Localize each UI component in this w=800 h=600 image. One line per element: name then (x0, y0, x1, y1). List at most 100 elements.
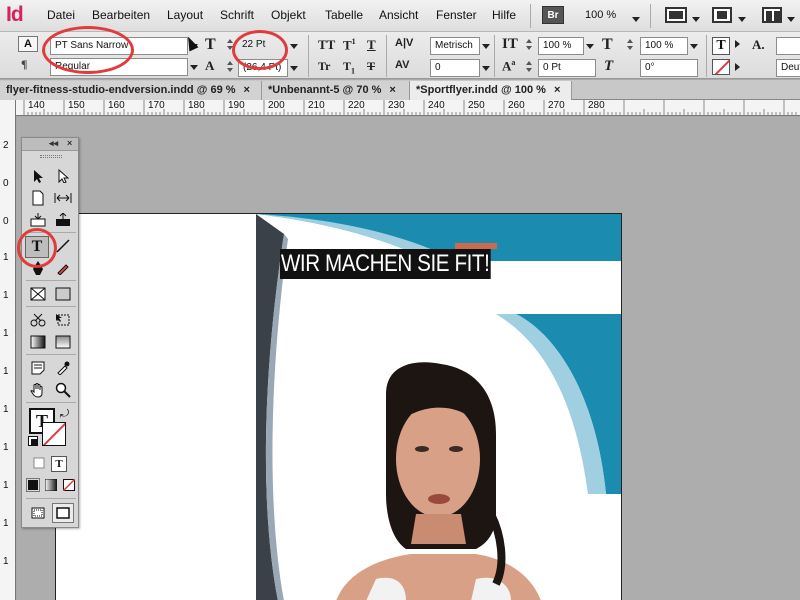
font-size-stepper[interactable] (227, 38, 234, 52)
vertical-scale-dropdown-icon[interactable] (584, 37, 596, 55)
content-placer-tool-icon[interactable] (52, 210, 74, 230)
normal-view-icon[interactable] (27, 503, 49, 523)
eyedropper-tool-icon[interactable] (52, 358, 74, 378)
baseline-shift-stepper[interactable] (526, 60, 533, 74)
close-icon[interactable]: × (554, 84, 560, 96)
menu-ansicht[interactable]: Ansicht (379, 8, 418, 22)
gradient-feather-tool-icon[interactable] (52, 332, 74, 352)
stroke-swatch[interactable] (42, 422, 66, 446)
character-style-field[interactable] (776, 37, 800, 55)
paragraph-formatting-controls-button[interactable]: ¶ (21, 57, 27, 72)
fill-color-icon[interactable]: T (712, 37, 730, 55)
direct-selection-tool-icon[interactable] (52, 166, 74, 186)
pen-tool-icon[interactable] (27, 258, 49, 278)
vertical-scale-stepper[interactable] (526, 38, 533, 52)
vertical-ruler[interactable]: 2 0 0 1 1 1 1 1 1 1 1 1 (0, 100, 16, 600)
gap-tool-icon[interactable] (52, 188, 74, 208)
zoom-dropdown-icon[interactable] (632, 13, 640, 25)
menu-schrift[interactable]: Schrift (220, 8, 254, 22)
stroke-swatch-dropdown-icon[interactable] (735, 63, 740, 71)
subscript-icon[interactable]: T1 (343, 59, 355, 75)
preview-view-icon[interactable] (52, 503, 74, 523)
type-tool-icon[interactable]: T (25, 236, 49, 258)
font-style-field[interactable]: Regular (50, 58, 188, 76)
horizontal-scale-dropdown-icon[interactable] (688, 37, 700, 55)
screen-mode-dropdown-icon[interactable] (738, 13, 746, 25)
zoom-tool-icon[interactable] (52, 380, 74, 400)
underline-icon[interactable]: T (367, 37, 376, 53)
tools-panel-titlebar[interactable]: ◂◂ × (22, 138, 78, 151)
free-transform-tool-icon[interactable] (52, 310, 74, 330)
superscript-icon[interactable]: T1 (343, 37, 356, 53)
arrange-documents-icon[interactable] (762, 7, 782, 23)
leading-stepper[interactable] (227, 60, 234, 74)
menu-objekt[interactable]: Objekt (271, 8, 306, 22)
menu-tabelle[interactable]: Tabelle (325, 8, 363, 22)
menu-hilfe[interactable]: Hilfe (492, 8, 516, 22)
arrange-documents-dropdown-icon[interactable] (787, 13, 795, 25)
kerning-dropdown-icon[interactable] (480, 37, 492, 55)
collapse-panel-icon[interactable]: ◂◂ (49, 138, 58, 149)
vertical-scale-field[interactable]: 100 % (538, 37, 584, 55)
font-family-field[interactable]: PT Sans Narrow (50, 37, 188, 55)
menu-datei[interactable]: Datei (47, 8, 75, 22)
bridge-button[interactable]: Br (542, 6, 564, 24)
tab-unbenannt[interactable]: *Unbenannt-5 @ 70 % × (262, 81, 410, 100)
leading-field[interactable]: (26,4 Pt) (238, 59, 288, 77)
stroke-none-icon[interactable] (712, 59, 730, 75)
default-fill-stroke-icon[interactable] (28, 436, 38, 446)
line-tool-icon[interactable] (52, 236, 74, 256)
close-icon[interactable]: × (244, 84, 250, 96)
tab-sportflyer[interactable]: *Sportflyer.indd @ 100 % × (410, 81, 572, 100)
page-tool-icon[interactable] (27, 188, 49, 208)
skew-field[interactable]: 0° (640, 59, 698, 77)
ruler-label: 1 (3, 328, 9, 339)
menu-layout[interactable]: Layout (167, 8, 203, 22)
pencil-tool-icon[interactable] (52, 258, 74, 278)
font-style-dropdown-icon[interactable] (188, 58, 200, 76)
formatting-text-icon[interactable]: T (51, 456, 67, 472)
scissors-tool-icon[interactable] (27, 310, 49, 330)
formatting-container-icon[interactable] (32, 456, 46, 470)
font-size-dropdown-icon[interactable] (288, 37, 300, 55)
rectangle-frame-tool-icon[interactable] (27, 284, 49, 304)
horizontal-scale-stepper[interactable] (627, 38, 634, 52)
leading-dropdown-icon[interactable] (288, 59, 300, 77)
swap-fill-stroke-icon[interactable]: ⤾ (60, 408, 69, 421)
gradient-swatch-tool-icon[interactable] (27, 332, 49, 352)
small-caps-icon[interactable]: Tr (318, 59, 330, 74)
ruler-ticks (23, 100, 797, 115)
apply-gradient-icon[interactable] (44, 478, 58, 492)
tracking-dropdown-icon[interactable] (480, 59, 492, 77)
tracking-field[interactable]: 0 (430, 59, 480, 77)
flyer-headline[interactable]: WIR MACHEN SIE FIT! (280, 249, 491, 279)
fill-swatch-dropdown-icon[interactable] (735, 40, 740, 48)
ruler-label: 1 (3, 252, 9, 263)
menu-bearbeiten[interactable]: Bearbeiten (92, 8, 150, 22)
tab-flyer-fitness[interactable]: flyer-fitness-studio-endversion.indd @ 6… (0, 81, 262, 100)
view-options-icon[interactable] (665, 7, 687, 23)
baseline-shift-field[interactable]: 0 Pt (538, 59, 596, 77)
horizontal-scale-field[interactable]: 100 % (640, 37, 688, 55)
zoom-level[interactable]: 100 % (585, 9, 616, 21)
language-field[interactable]: Deutsc (776, 59, 800, 77)
hand-tool-icon[interactable] (27, 380, 49, 400)
menu-fenster[interactable]: Fenster (436, 8, 477, 22)
rectangle-tool-icon[interactable] (52, 284, 74, 304)
screen-mode-icon[interactable] (712, 7, 732, 23)
selection-tool-icon[interactable] (27, 166, 49, 186)
close-icon[interactable]: × (389, 84, 395, 96)
view-options-dropdown-icon[interactable] (692, 13, 700, 25)
strikethrough-icon[interactable]: T (367, 59, 375, 74)
character-formatting-controls-button[interactable]: A (18, 36, 38, 52)
all-caps-icon[interactable]: TT (318, 37, 335, 53)
kerning-field[interactable]: Metrisch (430, 37, 480, 55)
horizontal-ruler[interactable]: 140 150 160 170 180 190 200 210 220 230 … (16, 100, 800, 116)
content-collector-tool-icon[interactable] (27, 210, 49, 230)
panel-grip[interactable] (40, 155, 62, 158)
note-tool-icon[interactable] (27, 358, 49, 378)
close-panel-icon[interactable]: × (67, 138, 72, 148)
font-size-field[interactable]: 22 Pt (238, 37, 288, 55)
apply-color-icon[interactable] (26, 478, 40, 492)
apply-none-icon[interactable] (62, 478, 76, 492)
